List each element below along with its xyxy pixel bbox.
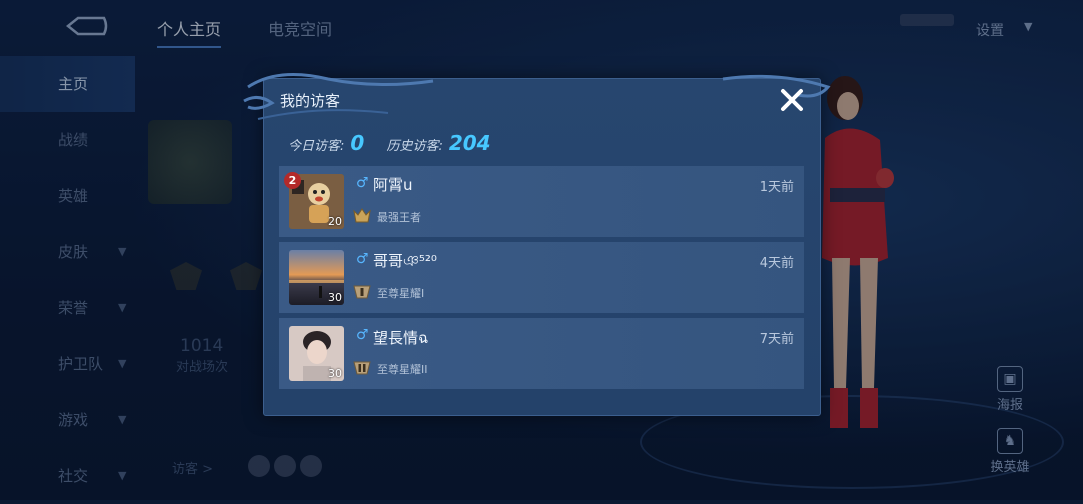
male-icon: ♂ bbox=[356, 327, 369, 343]
visitor-list: 2 20 ♂ 阿霄u 1天前 最强王者 30 ♂ 哥哥ঞ⁵²⁰ 4天前 至尊星耀… bbox=[279, 166, 804, 394]
modal-title: 我的访客 bbox=[280, 92, 341, 110]
rank-star-icon bbox=[353, 361, 371, 375]
visitor-name[interactable]: 哥哥ঞ⁵²⁰ bbox=[373, 250, 437, 275]
notification-badge: 2 bbox=[284, 172, 301, 189]
player-level: 30 bbox=[328, 291, 342, 304]
visitor-row[interactable]: 2 20 ♂ 阿霄u 1天前 最强王者 bbox=[279, 166, 804, 237]
player-level: 20 bbox=[328, 215, 342, 228]
rank-label: 至尊星耀II bbox=[377, 363, 428, 376]
rank-crown-icon bbox=[353, 208, 371, 223]
history-visitors-count: 204 bbox=[448, 131, 491, 155]
today-visitors-count: 0 bbox=[350, 131, 365, 155]
rank-star-icon bbox=[353, 285, 371, 299]
visitor-stats: 今日访客: 0 历史访客: 204 bbox=[288, 131, 509, 155]
rank-label: 最强王者 bbox=[377, 211, 421, 224]
history-visitors-label: 历史访客: bbox=[386, 139, 443, 154]
visit-time: 7天前 bbox=[759, 332, 794, 347]
male-icon: ♂ bbox=[356, 175, 369, 191]
visit-time: 4天前 bbox=[759, 256, 794, 271]
visitors-modal: 我的访客 今日访客: 0 历史访客: 204 2 20 ♂ 阿霄u 1天前 最强… bbox=[243, 73, 831, 416]
player-level: 30 bbox=[328, 367, 342, 380]
avatar[interactable]: 30 bbox=[289, 326, 344, 381]
visitor-row[interactable]: 30 ♂ 望長情ฉ 7天前 至尊星耀II bbox=[279, 318, 804, 389]
rank-label: 至尊星耀I bbox=[377, 287, 425, 300]
avatar[interactable]: 30 bbox=[289, 250, 344, 305]
male-icon: ♂ bbox=[356, 251, 369, 267]
today-visitors-label: 今日访客: bbox=[288, 139, 345, 154]
visitor-name[interactable]: 望長情ฉ bbox=[373, 326, 428, 350]
close-icon[interactable] bbox=[778, 86, 806, 114]
visit-time: 1天前 bbox=[759, 180, 794, 195]
visitor-name[interactable]: 阿霄u bbox=[373, 174, 413, 195]
visitor-row[interactable]: 30 ♂ 哥哥ঞ⁵²⁰ 4天前 至尊星耀I bbox=[279, 242, 804, 313]
